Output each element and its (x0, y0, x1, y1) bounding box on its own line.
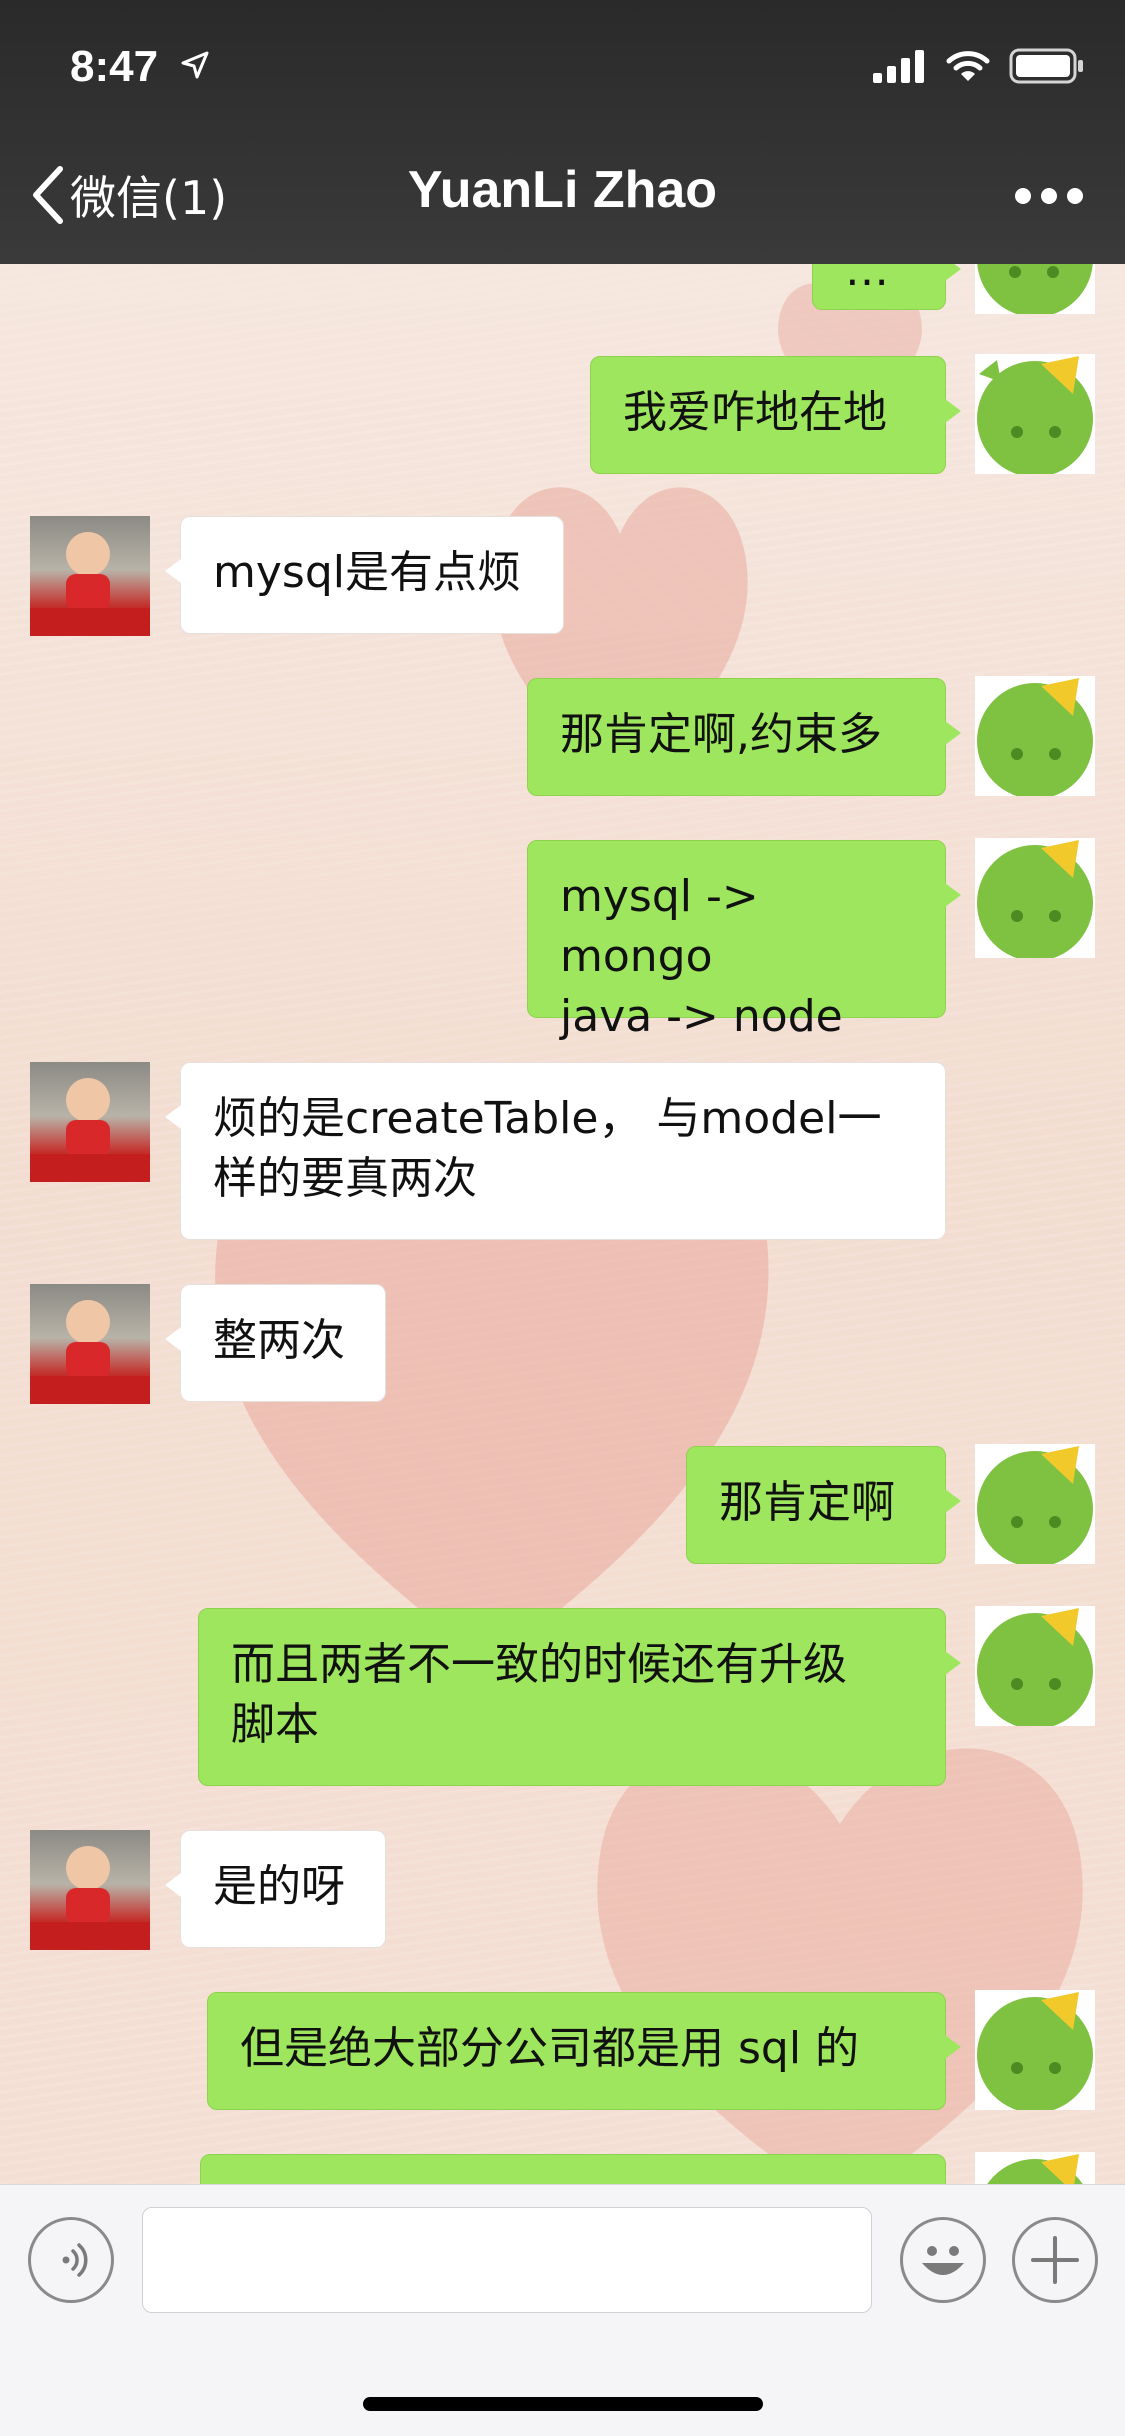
my-avatar[interactable] (975, 2152, 1095, 2184)
message-bubble-me[interactable]: 我爱咋地在地 (590, 356, 961, 474)
message-bubble-them[interactable]: 是的呀 (165, 1830, 386, 1948)
chat-input-bar (0, 2184, 1125, 2436)
message-bubble-me[interactable]: 而且两者不一致的时候还有升级 脚本 (198, 1608, 961, 1786)
plus-button[interactable] (1012, 2217, 1098, 2303)
message-bubble-me[interactable]: 那肯定啊,约束多 (527, 678, 961, 796)
status-indicators (873, 48, 1085, 84)
emoji-icon (922, 2246, 964, 2275)
my-avatar[interactable] (975, 264, 1095, 314)
my-avatar[interactable] (975, 1444, 1095, 1564)
chat-title: YuanLi Zhao (407, 161, 718, 219)
home-indicator (363, 2397, 763, 2411)
message-bubble-me[interactable]: 那肯定啊 (686, 1446, 961, 1564)
my-avatar[interactable] (975, 838, 1095, 958)
voice-button[interactable] (28, 2217, 114, 2303)
emoji-button[interactable] (900, 2217, 986, 2303)
my-avatar[interactable] (975, 1990, 1095, 2110)
contact-avatar[interactable] (30, 1284, 150, 1404)
my-avatar[interactable] (975, 1606, 1095, 1726)
message-bubble-me[interactable]: 但是绝大部分公司都是用 sql 的 (207, 1992, 961, 2110)
message-bubble-me[interactable]: mysql -> mongo java -> node (527, 840, 961, 1042)
message-bubble-me[interactable]: … (812, 264, 961, 310)
contact-avatar[interactable] (30, 516, 150, 636)
contact-avatar[interactable] (30, 1062, 150, 1182)
wifi-icon (946, 51, 990, 81)
message-list[interactable]: … 我爱咋地在地 mysql是有点烦 那肯定啊,约束多 mysql -> mon… (0, 264, 1125, 2184)
message-bubble-them[interactable]: mysql是有点烦 (165, 516, 564, 634)
my-avatar[interactable] (975, 676, 1095, 796)
voice-icon (62, 2243, 88, 2277)
contact-avatar[interactable] (30, 1830, 150, 1950)
more-icon[interactable] (1015, 188, 1083, 204)
status-time: 8:47 (70, 42, 159, 91)
my-avatar[interactable] (975, 354, 1095, 474)
message-bubble-me[interactable] (200, 2154, 946, 2184)
battery-icon (1009, 48, 1083, 84)
signal-icon (873, 50, 924, 83)
plus-icon (1031, 2236, 1079, 2284)
navigation-header: 8:47 微信(1) YuanLi Zhao (0, 0, 1125, 264)
message-bubble-them[interactable]: 整两次 (165, 1284, 386, 1402)
location-arrow-icon (181, 51, 209, 79)
message-bubble-them[interactable]: 烦的是createTable， 与model一 样的要真两次 (165, 1062, 946, 1240)
message-input[interactable] (142, 2207, 872, 2313)
